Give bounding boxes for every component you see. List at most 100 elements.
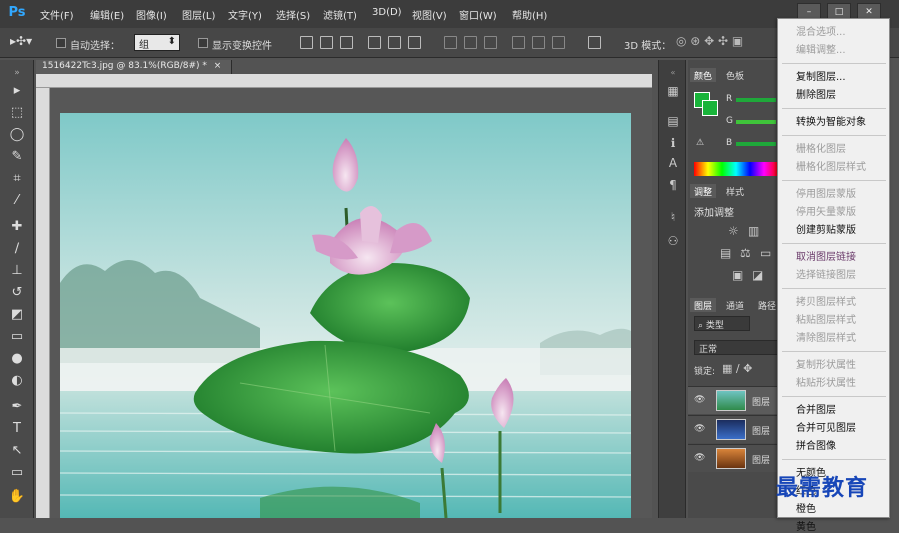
background-color-swatch[interactable] — [702, 100, 718, 116]
tab-channels[interactable]: 通道 — [722, 298, 748, 312]
eye-icon[interactable]: 👁 — [694, 453, 705, 463]
align-left-icon[interactable] — [368, 36, 381, 49]
context-menu-item-unlink-layers[interactable]: 取消图层链接 — [796, 248, 856, 263]
slider-g[interactable] — [736, 120, 776, 124]
clone-source-panel-icon[interactable]: ⚇ — [664, 232, 682, 250]
distribute-top-icon[interactable] — [444, 36, 457, 49]
context-menu-item[interactable]: 合并图层 — [796, 401, 836, 416]
eraser-tool-icon[interactable]: ◩ — [7, 306, 27, 324]
maximize-button[interactable]: □ — [827, 3, 851, 19]
context-menu-item[interactable]: 拼合图像 — [796, 437, 836, 452]
menu-item[interactable]: 滤镜(T) — [323, 7, 357, 22]
marquee-tool-icon[interactable]: ⬚ — [7, 104, 27, 122]
tab-adjustments[interactable]: 调整 — [690, 184, 717, 198]
layer-filter-dropdown[interactable]: ⌕ 类型 — [694, 316, 750, 331]
context-menu-item[interactable]: 复制图层... — [796, 68, 846, 83]
tab-layers[interactable]: 图层 — [690, 298, 717, 312]
tab-swatches[interactable]: 色板 — [722, 68, 748, 82]
context-menu-item[interactable]: 合并可见图层 — [796, 419, 856, 434]
tab-styles[interactable]: 样式 — [722, 184, 748, 198]
brush-panel-icon[interactable]: ♮ — [664, 208, 682, 226]
context-menu-item[interactable]: 删除图层 — [796, 86, 836, 101]
invert-icon[interactable]: ▣ — [732, 268, 743, 282]
hand-tool-icon[interactable]: ✋ — [7, 488, 27, 506]
distribute-vcenter-icon[interactable] — [464, 36, 477, 49]
gradient-tool-icon[interactable]: ▭ — [7, 328, 27, 346]
properties-panel-icon[interactable]: ▤ — [664, 112, 682, 130]
pen-tool-icon[interactable]: ✒ — [7, 398, 27, 416]
shape-tool-icon[interactable]: ▭ — [7, 464, 27, 482]
channel-mixer-icon[interactable]: ▭ — [760, 246, 771, 260]
crop-tool-icon[interactable]: ⌗ — [7, 170, 27, 188]
lock-icons[interactable]: ▦ ∕ ✥ — [722, 362, 752, 375]
info-panel-icon[interactable]: ℹ — [664, 134, 682, 152]
slider-b[interactable] — [736, 142, 776, 146]
auto-align-icon[interactable] — [588, 36, 601, 49]
menu-item[interactable]: 选择(S) — [276, 7, 310, 22]
path-select-tool-icon[interactable]: ↖ — [7, 442, 27, 460]
slider-r[interactable] — [736, 98, 776, 102]
layer-row[interactable]: 👁 图层 — [688, 415, 780, 443]
menu-item[interactable]: 图像(I) — [136, 7, 167, 22]
auto-select-checkbox[interactable] — [56, 38, 66, 48]
brightness-adjust-icon[interactable]: ☼ — [728, 224, 739, 238]
character-panel-icon[interactable]: A — [664, 154, 682, 172]
eyedropper-tool-icon[interactable]: ⁄ — [7, 192, 27, 210]
tab-color[interactable]: 颜色 — [690, 68, 717, 82]
close-tab-icon[interactable]: × — [214, 61, 222, 71]
blur-tool-icon[interactable]: ● — [7, 350, 27, 368]
distribute-left-icon[interactable] — [512, 36, 525, 49]
align-top-icon[interactable] — [300, 36, 313, 49]
balance-scale-icon[interactable]: ⚖ — [740, 246, 751, 260]
history-brush-tool-icon[interactable]: ↺ — [7, 284, 27, 302]
distribute-right-icon[interactable] — [552, 36, 565, 49]
eye-icon[interactable]: 👁 — [694, 424, 705, 434]
align-hcenter-icon[interactable] — [388, 36, 401, 49]
move-tool-icon[interactable]: ▸✣▾ — [10, 34, 32, 48]
paragraph-panel-icon[interactable]: ¶ — [664, 176, 682, 194]
minimize-button[interactable]: – — [797, 3, 821, 19]
align-bottom-icon[interactable] — [340, 36, 353, 49]
align-vcenter-icon[interactable] — [320, 36, 333, 49]
context-menu-item[interactable]: 创建剪贴蒙版 — [796, 221, 856, 236]
menu-separator — [782, 459, 886, 460]
healing-tool-icon[interactable]: ✚ — [7, 218, 27, 236]
distribute-bottom-icon[interactable] — [484, 36, 497, 49]
quick-select-tool-icon[interactable]: ✎ — [7, 148, 27, 166]
layer-row[interactable]: 👁 图层 — [688, 444, 780, 472]
3d-mode-icons[interactable]: ◎ ⊛ ✥ ✣ ▣ — [676, 34, 743, 48]
menu-item[interactable]: 帮助(H) — [512, 7, 547, 22]
history-panel-icon[interactable]: ▦ — [664, 82, 682, 100]
menu-item[interactable]: 视图(V) — [412, 7, 447, 22]
layer-row[interactable]: 👁 图层 — [688, 386, 780, 414]
document-canvas-image[interactable] — [60, 113, 631, 518]
menu-item[interactable]: 3D(D) — [372, 7, 402, 18]
close-button[interactable]: ✕ — [857, 3, 881, 19]
context-menu-item[interactable]: 黄色 — [796, 518, 816, 533]
posterize-icon[interactable]: ◪ — [752, 268, 763, 282]
brush-tool-icon[interactable]: ∕ — [7, 240, 27, 258]
color-spectrum[interactable] — [694, 162, 778, 176]
type-tool-icon[interactable]: T — [7, 420, 27, 438]
eye-icon[interactable]: 👁 — [694, 395, 705, 405]
lasso-tool-icon[interactable]: ◯ — [7, 126, 27, 144]
color-balance-icon[interactable]: ▤ — [720, 246, 731, 260]
blend-mode-dropdown[interactable]: 正常 — [694, 340, 778, 355]
auto-select-dropdown[interactable]: 组 ⬍ — [134, 34, 180, 51]
menu-item[interactable]: 文件(F) — [40, 7, 74, 22]
align-right-icon[interactable] — [408, 36, 421, 49]
menu-item[interactable]: 图层(L) — [182, 7, 215, 22]
menu-item[interactable]: 窗口(W) — [459, 7, 497, 22]
stamp-tool-icon[interactable]: ⊥ — [7, 262, 27, 280]
document-tab[interactable]: 1516422Tc3.jpg @ 83.1%(RGB/8#) * × — [36, 60, 232, 74]
distribute-hcenter-icon[interactable] — [532, 36, 545, 49]
menu-item[interactable]: 文字(Y) — [228, 7, 262, 22]
move-tool-icon[interactable]: ▸ — [7, 82, 27, 100]
menu-item[interactable]: 编辑(E) — [90, 7, 124, 22]
context-menu-item[interactable]: 转换为智能对象 — [796, 113, 866, 128]
levels-adjust-icon[interactable]: ▥ — [748, 224, 759, 238]
toolbox-collapse-icon[interactable]: » — [7, 64, 27, 82]
strip-collapse-icon[interactable]: « — [664, 64, 682, 82]
dodge-tool-icon[interactable]: ◐ — [7, 372, 27, 390]
show-transform-checkbox[interactable] — [198, 38, 208, 48]
